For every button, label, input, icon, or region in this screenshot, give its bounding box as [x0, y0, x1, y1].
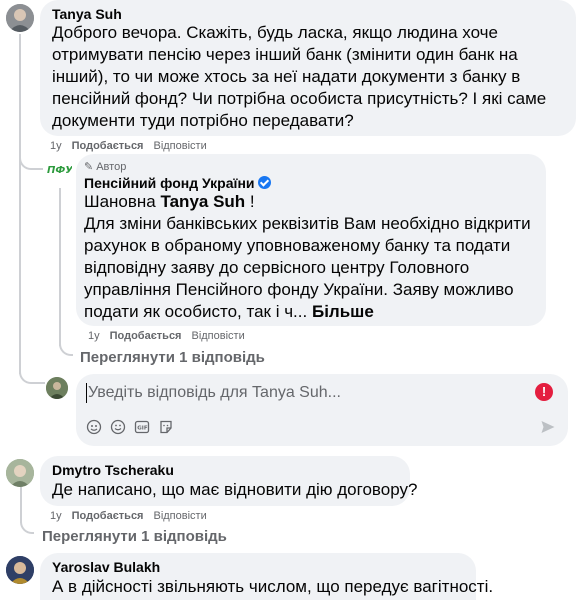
view-replies-link[interactable]: Переглянути 1 відповідь — [42, 528, 227, 545]
reply-text: Для зміни банківських реквізитів Вам нео… — [84, 214, 531, 321]
avatar-dmytro-tscheraku[interactable] — [6, 459, 34, 487]
alert-icon[interactable]: ! — [535, 383, 553, 401]
reply-button[interactable]: Відповісти — [153, 140, 206, 152]
like-button[interactable]: Подобається — [110, 330, 182, 342]
pencil-icon: ✎ — [84, 161, 94, 173]
gif-icon[interactable]: GIF — [134, 419, 150, 435]
comment-bubble-tanya-suh: Tanya Suh Доброго вечора. Скажіть, будь … — [40, 0, 576, 136]
reply-button[interactable]: Відповісти — [153, 510, 206, 522]
comment-bubble-pfu: ✎ Автор Пенсійний фонд України Шановна T… — [76, 154, 546, 326]
comment-author[interactable]: Yaroslav Bulakh — [52, 559, 160, 575]
view-replies-link[interactable]: Переглянути 1 відповідь — [80, 349, 265, 366]
comment-bubble-dmytro-tscheraku: Dmytro Tscheraku Де написано, що має від… — [40, 456, 417, 506]
comment-text: Де написано, що має відновити дію догово… — [52, 480, 418, 499]
comment-author[interactable]: Tanya Suh — [52, 6, 122, 22]
emoji-smile-icon[interactable] — [86, 419, 102, 435]
reply-body: Для зміни банківських реквізитів Вам нео… — [84, 213, 539, 323]
comment-text: Шановна Tanya Suh ! Для зміни банківськи… — [84, 191, 539, 323]
comment-text: А в дійсності звільняють числом, що пере… — [52, 577, 494, 596]
comment-actions: 1y Подобається Відповісти — [88, 330, 245, 342]
avatar-tanya-suh[interactable] — [6, 4, 34, 32]
comment-author[interactable]: Dmytro Tscheraku — [52, 462, 174, 478]
current-user-avatar[interactable] — [46, 377, 68, 399]
comment-author-line: Пенсійний фонд України — [84, 175, 271, 191]
svg-text:GIF: GIF — [137, 426, 148, 432]
like-button[interactable]: Подобається — [72, 140, 144, 152]
thread-connector-second — [20, 510, 34, 534]
comment-author[interactable]: Пенсійний фонд України — [84, 175, 255, 191]
mention-tanya-suh[interactable]: Tanya Suh — [160, 192, 245, 211]
comment-time[interactable]: 1y — [50, 510, 62, 522]
emoji-icon[interactable] — [110, 419, 126, 435]
reply-composer: ! GIF — [76, 374, 568, 446]
text-caret — [86, 383, 87, 403]
thread-connector-reply — [19, 140, 43, 170]
comment-text: Доброго вечора. Скажіть, будь ласка, якщ… — [52, 23, 547, 130]
thread-connector-reply-box — [19, 366, 45, 384]
author-badge: ✎ Автор — [84, 160, 127, 174]
author-badge-label: Автор — [96, 160, 127, 173]
reply-button[interactable]: Відповісти — [191, 330, 244, 342]
like-button[interactable]: Подобається — [72, 510, 144, 522]
see-more-link[interactable]: Більше — [312, 302, 374, 321]
send-icon[interactable] — [540, 419, 556, 435]
thread-line-main — [19, 34, 21, 374]
comment-bubble-yaroslav-bulakh: Yaroslav Bulakh А в дійсності звільняють… — [40, 553, 493, 600]
thread-connector-view-replies — [59, 334, 73, 356]
avatar-pfu-logo[interactable]: ПФУ — [46, 156, 72, 182]
greeting-suffix: ! — [245, 192, 255, 211]
comment-actions: 1y Подобається Відповісти — [50, 140, 207, 152]
greeting-prefix: Шановна — [84, 192, 161, 211]
greeting-line: Шановна Tanya Suh ! — [84, 191, 539, 213]
comment-time[interactable]: 1y — [50, 140, 62, 152]
sticker-icon[interactable] — [158, 419, 174, 435]
thread-line-reply — [59, 188, 61, 346]
comment-actions: 1y Подобається Відповісти — [50, 510, 207, 522]
reply-input[interactable] — [88, 384, 508, 402]
verified-badge-icon — [257, 176, 271, 189]
comment-time[interactable]: 1y — [88, 330, 100, 342]
pfu-logo-text: ПФУ — [47, 165, 72, 176]
avatar-yaroslav-bulakh[interactable] — [6, 556, 34, 584]
